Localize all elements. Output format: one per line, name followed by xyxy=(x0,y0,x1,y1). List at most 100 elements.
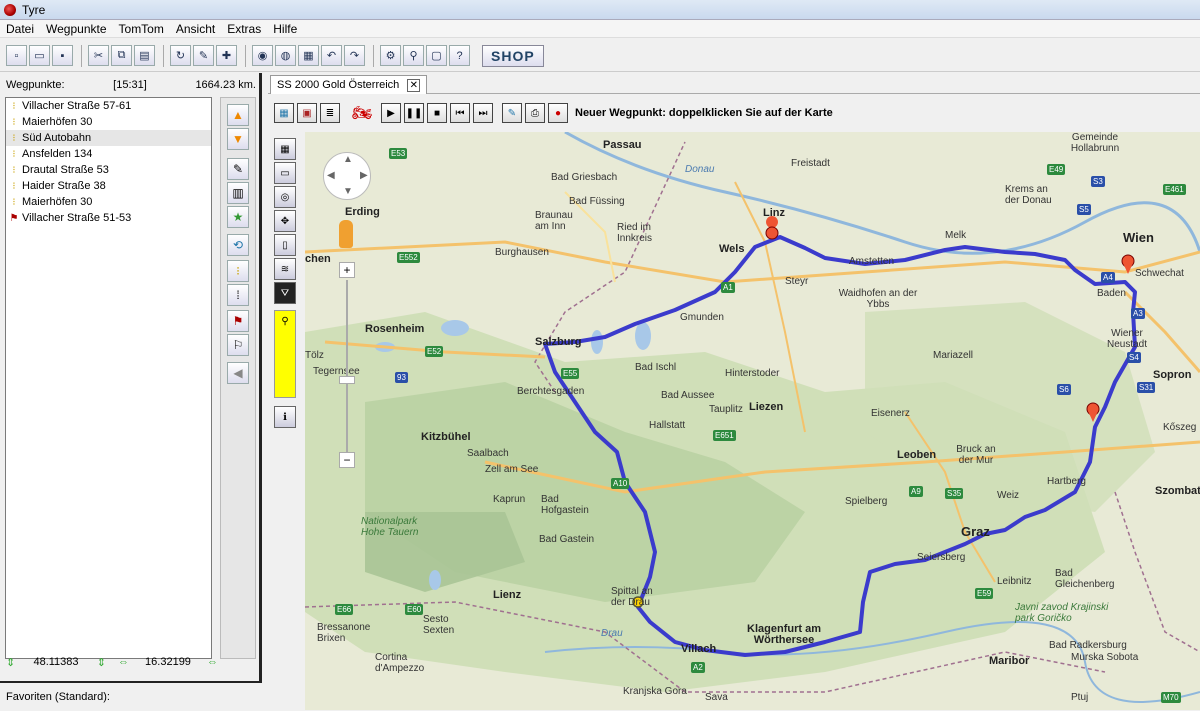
menu-bar: Datei Wegpunkte TomTom Ansicht Extras Hi… xyxy=(0,20,1200,38)
paste-icon[interactable]: ▤ xyxy=(134,45,155,66)
waypoint-list-item[interactable]: ⁝ Maierhöfen 30 xyxy=(6,114,211,130)
satellite-icon[interactable]: ◍ xyxy=(275,45,296,66)
redo-icon[interactable]: ↷ xyxy=(344,45,365,66)
road-icon[interactable]: ⛛ xyxy=(274,282,296,304)
menu-wegpunkte[interactable]: Wegpunkte xyxy=(40,22,113,36)
edit-route-icon[interactable]: ✎ xyxy=(502,103,522,123)
map-label: Seiersberg xyxy=(917,552,966,563)
pause-icon[interactable]: ❚❚ xyxy=(404,103,424,123)
move-down-icon[interactable]: ▼ xyxy=(227,128,249,150)
window-icon[interactable]: ▢ xyxy=(426,45,447,66)
waypoint-panel: Wegpunkte: [15:31] 1664.23 km. ⁝ Villache… xyxy=(0,73,262,711)
device-icon[interactable]: ▣ xyxy=(297,103,317,123)
waypoint-list-item[interactable]: ⚑ Villacher Straße 51-53 xyxy=(6,210,211,226)
via-point-icon[interactable]: ⁞ xyxy=(227,284,249,306)
map-label: Bruck an der Mur xyxy=(956,444,996,466)
waypoint-list-item[interactable]: ⁝ Süd Autobahn xyxy=(6,130,211,146)
pin-icon[interactable]: ✚ xyxy=(216,45,237,66)
list-icon[interactable]: ≣ xyxy=(320,103,340,123)
pan-down-icon[interactable]: ▼ xyxy=(343,186,353,197)
waypoint-list[interactable]: ⁝ Villacher Straße 57-61 ⁝ Maierhöfen 30 ⁝ Sü… xyxy=(5,97,212,659)
open-folder-icon[interactable]: ▭ xyxy=(29,45,50,66)
refresh-icon[interactable]: ↻ xyxy=(170,45,191,66)
print-icon[interactable]: ⎙ xyxy=(525,103,545,123)
pan-control[interactable]: ▲ ▼ ◀ ▶ xyxy=(323,152,371,200)
optimize-route-icon[interactable]: ⟲ xyxy=(227,234,249,256)
shop-button[interactable]: SHOP xyxy=(482,44,544,67)
latitude-field[interactable]: ⇕ 48.11383 ⇕ xyxy=(6,653,106,671)
info-icon[interactable]: ℹ xyxy=(274,406,296,428)
tab-route[interactable]: SS 2000 Gold Österreich ✕ xyxy=(270,75,428,94)
save-icon[interactable]: ▪ xyxy=(52,45,73,66)
menu-hilfe[interactable]: Hilfe xyxy=(267,22,303,36)
map-label: Sava xyxy=(705,692,728,703)
cut-icon[interactable]: ✂ xyxy=(88,45,109,66)
next-icon[interactable]: ⏭ xyxy=(473,103,493,123)
up-down-icon[interactable]: ⇕ xyxy=(97,656,106,669)
device-sync-icon[interactable]: ▯ xyxy=(274,234,296,256)
move-up-icon[interactable]: ▲ xyxy=(227,104,249,126)
close-icon[interactable]: ✕ xyxy=(407,78,421,92)
map-label: Rosenheim xyxy=(365,323,425,335)
highway-shield: A10 xyxy=(611,478,630,489)
copy-icon[interactable]: ⧉ xyxy=(111,45,132,66)
waypoint-list-item[interactable]: ⁝ Ansfelden 134 xyxy=(6,146,211,162)
add-favorite-icon[interactable]: ★ xyxy=(227,206,249,228)
highway-shield: A9 xyxy=(909,486,923,497)
longitude-field[interactable]: ⇔ 16.32199 ⇔ xyxy=(118,653,218,671)
pan-left-icon[interactable]: ◀ xyxy=(327,170,335,181)
zoom-out-button[interactable]: − xyxy=(339,452,355,468)
calculator-icon[interactable]: ▦ xyxy=(274,103,294,123)
map-label: Klagenfurt am Wörthersee xyxy=(747,623,821,646)
delete-icon[interactable]: ▥ xyxy=(227,182,249,204)
map-view[interactable]: Passau Bad Griesbach Bad Füssing Braunau… xyxy=(305,132,1200,710)
waypoint-list-item[interactable]: ⁝ Maierhöfen 30 xyxy=(6,194,211,210)
move-icon[interactable]: ✥ xyxy=(274,210,296,232)
main-toolbar: ▫ ▭ ▪ ✂ ⧉ ▤ ↻ ✎ ✚ ◉ ◍ ▦ ↶ ↷ ⚙ ⚲ ▢ ? SHOP xyxy=(0,40,1200,72)
binoculars-icon[interactable]: ⚲ xyxy=(403,45,424,66)
toolbar-separator xyxy=(81,44,82,67)
menu-ansicht[interactable]: Ansicht xyxy=(170,22,221,36)
zoom-track[interactable] xyxy=(346,280,348,454)
settings-icon[interactable]: ⚙ xyxy=(380,45,401,66)
compass-icon[interactable]: ◎ xyxy=(274,186,296,208)
zoom-slider-knob[interactable] xyxy=(339,376,355,384)
rss-icon[interactable]: ≋ xyxy=(274,258,296,280)
edit-waypoint-icon[interactable]: ✎ xyxy=(193,45,214,66)
map-label: Maribor xyxy=(989,655,1030,667)
search-icon[interactable]: ⚲ xyxy=(274,310,296,332)
left-right-icon[interactable]: ⇔ xyxy=(207,656,218,668)
pan-up-icon[interactable]: ▲ xyxy=(343,154,353,165)
zoom-in-button[interactable]: + xyxy=(339,262,355,278)
pan-right-icon[interactable]: ▶ xyxy=(360,170,368,181)
left-right-icon[interactable]: ⇔ xyxy=(118,656,129,668)
up-down-icon[interactable]: ⇕ xyxy=(6,656,15,669)
map-layer-icon[interactable]: ▦ xyxy=(274,138,296,160)
waypoint-list-item[interactable]: ⁝ Villacher Straße 57-61 xyxy=(6,98,211,114)
undo-icon[interactable]: ↶ xyxy=(321,45,342,66)
waypoint-list-item[interactable]: ⁝ Haider Straße 38 xyxy=(6,178,211,194)
new-waypoint-icon[interactable]: ● xyxy=(548,103,568,123)
toolbar-separator xyxy=(163,44,164,67)
flag-start-icon[interactable]: ⚑ xyxy=(227,310,249,332)
stop-icon[interactable]: ■ xyxy=(427,103,447,123)
highway-shield: A2 xyxy=(691,662,705,673)
street-view-pegman-icon[interactable] xyxy=(339,220,353,248)
waypoint-list-item[interactable]: ⁝ Drautal Straße 53 xyxy=(6,162,211,178)
monitor-icon[interactable]: ▭ xyxy=(274,162,296,184)
map-label: Steyr xyxy=(785,276,809,287)
new-file-icon[interactable]: ▫ xyxy=(6,45,27,66)
flag-end-icon[interactable]: ⚐ xyxy=(227,334,249,356)
map-icon[interactable]: ▦ xyxy=(298,45,319,66)
waypoint-type-icon[interactable]: ⁝ xyxy=(227,260,249,282)
previous-icon[interactable]: ⏮ xyxy=(450,103,470,123)
menu-tomtom[interactable]: TomTom xyxy=(113,22,170,36)
globe-icon[interactable]: ◉ xyxy=(252,45,273,66)
menu-extras[interactable]: Extras xyxy=(221,22,267,36)
play-icon[interactable]: ▶ xyxy=(381,103,401,123)
motorcycle-icon[interactable]: 🏍 xyxy=(347,103,377,123)
sound-icon[interactable]: ◀ xyxy=(227,362,249,384)
help-icon[interactable]: ? xyxy=(449,45,470,66)
menu-datei[interactable]: Datei xyxy=(0,22,40,36)
edit-icon[interactable]: ✎ xyxy=(227,158,249,180)
